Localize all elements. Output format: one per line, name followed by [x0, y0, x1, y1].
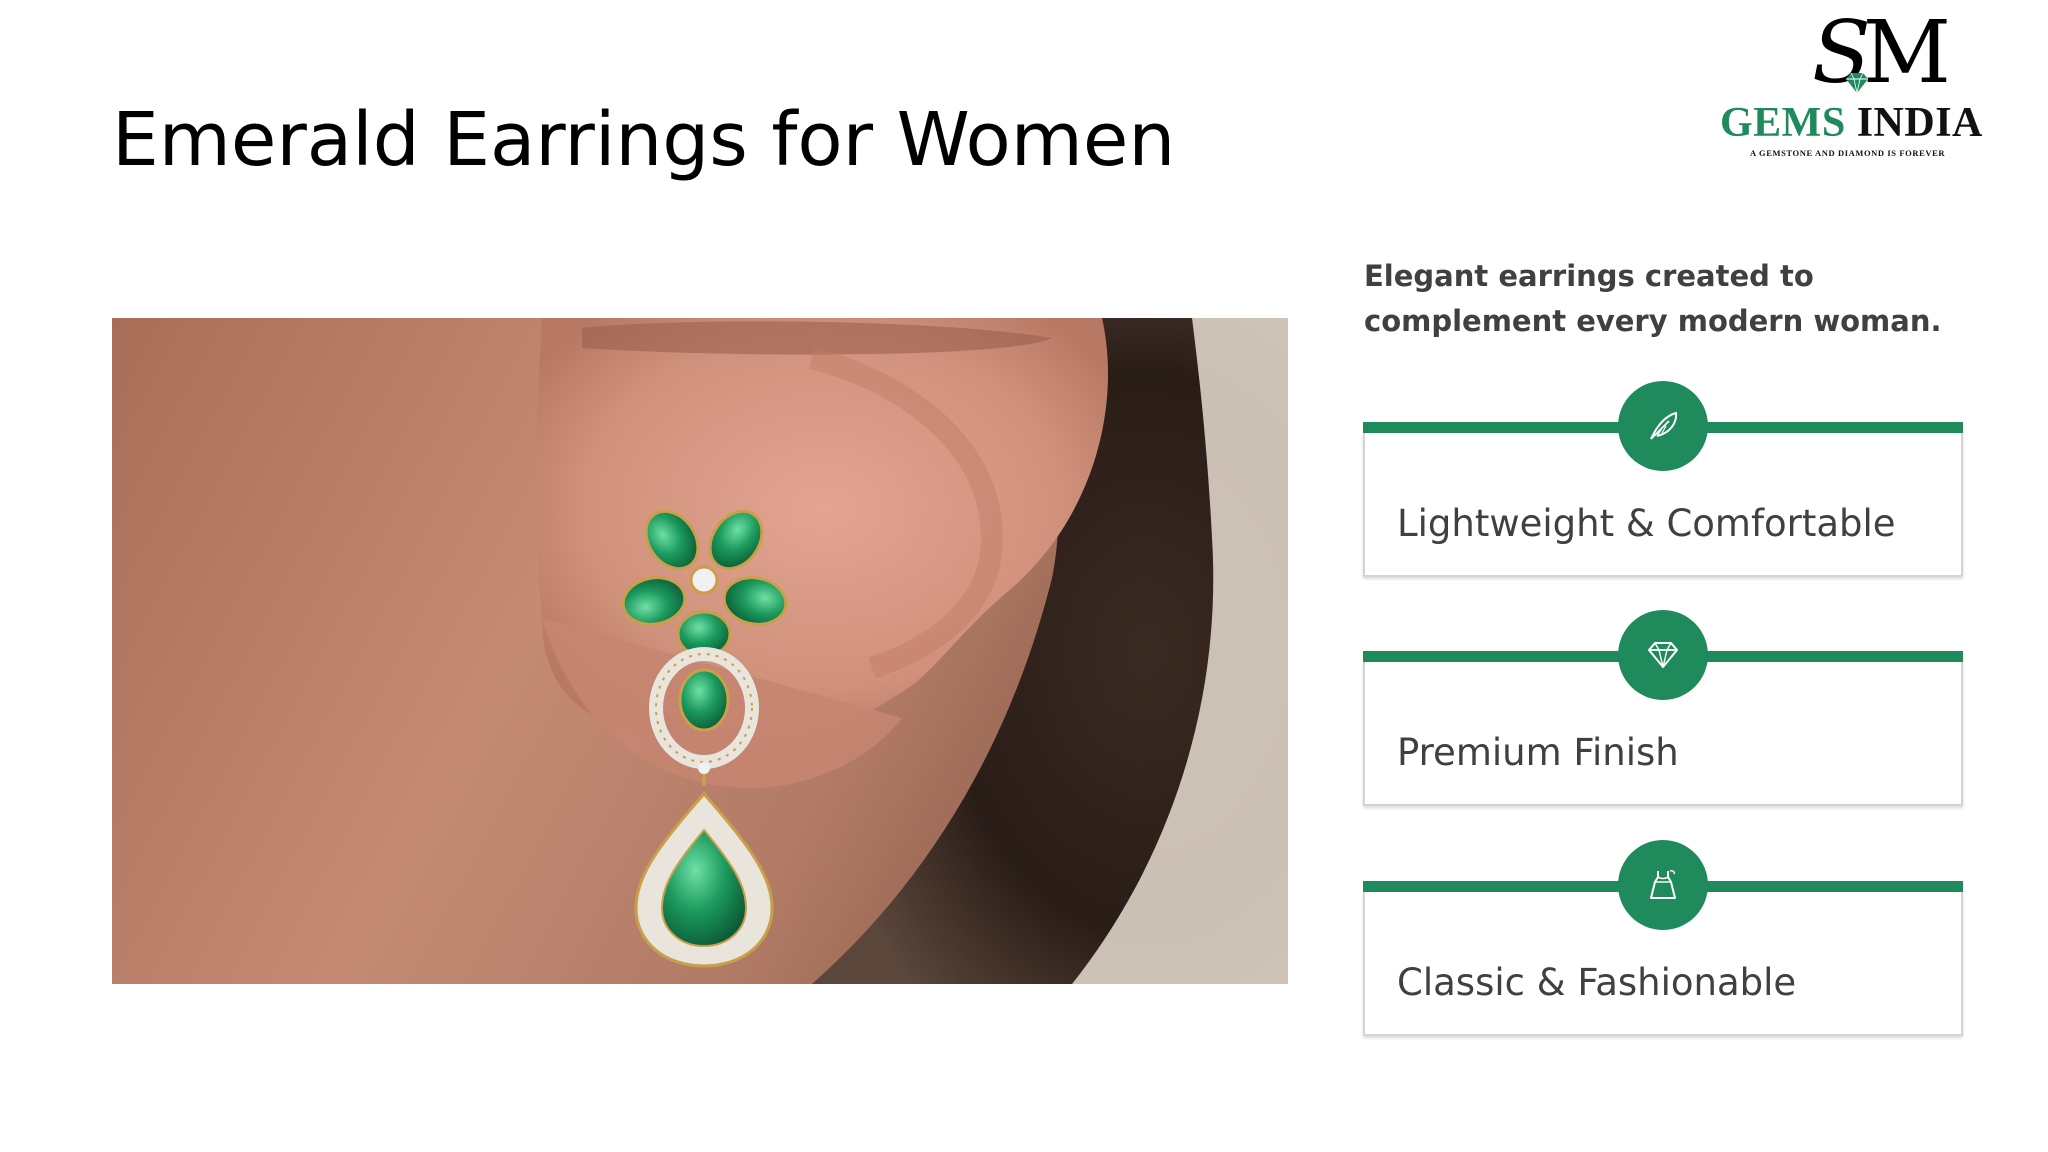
feather-icon: [1618, 381, 1708, 471]
logo-monogram: SM: [1812, 3, 1951, 103]
feature-label: Classic & Fashionable: [1397, 961, 1797, 1004]
feature-label: Premium Finish: [1397, 731, 1679, 774]
logo-wordmark: GEMS INDIA: [1720, 100, 1983, 146]
logo-diamond-icon: [1846, 72, 1868, 94]
earring-photo: [112, 318, 1288, 984]
brand-logo: SM GEMS INDIA A GEMSTONE AND DIAMOND IS …: [1720, 10, 2020, 170]
intro-text: Elegant earrings created to complement e…: [1364, 259, 1942, 338]
logo-tagline: A GEMSTONE AND DIAMOND IS FOREVER: [1750, 148, 1946, 158]
diamond-icon: [1618, 610, 1708, 700]
page-title: Emerald Earrings for Women: [112, 97, 1176, 183]
feature-label: Lightweight & Comfortable: [1397, 502, 1896, 545]
dress-icon: [1618, 840, 1708, 930]
